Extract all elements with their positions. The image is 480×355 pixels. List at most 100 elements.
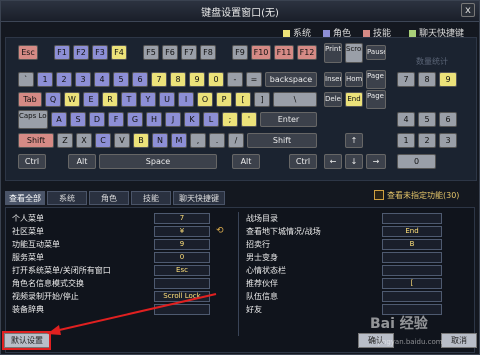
list-item[interactable]: 服务菜单 0 xyxy=(6,251,238,264)
list-item[interactable]: 招卖行 B xyxy=(240,238,472,251)
key-x[interactable]: X xyxy=(76,133,92,148)
key-r[interactable]: R xyxy=(102,92,118,107)
key-f1[interactable]: F1 xyxy=(54,45,70,60)
key-binding-field[interactable] xyxy=(382,265,442,276)
key-left-alt[interactable]: Alt xyxy=(68,154,96,169)
key-binding-field[interactable]: B xyxy=(382,239,442,250)
key-backslash[interactable]: \ xyxy=(273,92,317,107)
key-binding-field[interactable] xyxy=(382,213,442,224)
key-k[interactable]: K xyxy=(184,112,200,127)
key-binding-field[interactable]: 0 xyxy=(154,252,210,263)
key-f[interactable]: F xyxy=(108,112,124,127)
key-binding-field[interactable]: Esc xyxy=(154,265,210,276)
key-slash[interactable]: / xyxy=(228,133,244,148)
key-pause[interactable]: Pause xyxy=(366,45,386,60)
key-delete[interactable]: Delete xyxy=(324,92,342,107)
key-numpad-3[interactable]: 3 xyxy=(439,133,457,148)
key-right-shift[interactable]: Shift xyxy=(247,133,317,148)
list-item[interactable]: 心情状态栏 xyxy=(240,264,472,277)
key-p[interactable]: P xyxy=(216,92,232,107)
key-minus[interactable]: - xyxy=(227,72,243,87)
key-enter[interactable]: Enter xyxy=(260,112,317,127)
list-item[interactable]: 查看地下城情况/战场 End xyxy=(240,225,472,238)
key-s[interactable]: S xyxy=(70,112,86,127)
key-m[interactable]: M xyxy=(171,133,187,148)
list-item[interactable]: 个人菜单 7 xyxy=(6,212,238,225)
key-f10[interactable]: F10 xyxy=(251,45,271,60)
key-h[interactable]: H xyxy=(146,112,162,127)
key-page-down[interactable]: Page Down xyxy=(366,90,386,109)
key-numpad-9[interactable]: 9 xyxy=(439,72,457,87)
list-item[interactable]: 男士变身 xyxy=(240,251,472,264)
key-insert[interactable]: Insert xyxy=(324,72,342,87)
cancel-button[interactable]: 取消 xyxy=(441,333,477,348)
title-bar[interactable]: 键盘设置窗口(无) x xyxy=(1,1,479,22)
key-f5[interactable]: F5 xyxy=(143,45,159,60)
key-8[interactable]: 8 xyxy=(170,72,186,87)
key-binding-field[interactable] xyxy=(382,252,442,263)
key-numpad-5[interactable]: 5 xyxy=(418,112,436,127)
key-numpad-7[interactable]: 7 xyxy=(397,72,415,87)
key-right-bracket[interactable]: ] xyxy=(254,92,270,107)
key-numpad-0[interactable]: 0 xyxy=(397,154,436,169)
key-w[interactable]: W xyxy=(64,92,80,107)
list-item[interactable]: 推荐伙伴[ xyxy=(240,277,472,290)
key-f3[interactable]: F3 xyxy=(92,45,108,60)
list-item[interactable]: 好友 xyxy=(240,303,472,316)
list-item[interactable]: 队伍信息 xyxy=(240,290,472,303)
key-quote[interactable]: ' xyxy=(241,112,257,127)
key-n[interactable]: N xyxy=(152,133,168,148)
key-7[interactable]: 7 xyxy=(151,72,167,87)
key-9[interactable]: 9 xyxy=(189,72,205,87)
tab-skill[interactable]: 技能 xyxy=(131,191,171,205)
key-binding-field[interactable]: ¥ xyxy=(154,226,210,237)
key-right-alt[interactable]: Alt xyxy=(232,154,260,169)
list-item[interactable]: 功能互动菜单 9 xyxy=(6,238,238,251)
key-backspace[interactable]: backspace xyxy=(265,72,317,87)
key-4[interactable]: 4 xyxy=(94,72,110,87)
key-f7[interactable]: F7 xyxy=(181,45,197,60)
key-f2[interactable]: F2 xyxy=(73,45,89,60)
key-f12[interactable]: F12 xyxy=(297,45,317,60)
tab-system[interactable]: 系统 xyxy=(47,191,87,205)
key-0[interactable]: 0 xyxy=(208,72,224,87)
key-binding-field[interactable]: End xyxy=(382,226,442,237)
key-arrow-left[interactable]: ← xyxy=(324,154,342,169)
key-right-ctrl[interactable]: Ctrl xyxy=(289,154,317,169)
tab-all[interactable]: 查看全部 xyxy=(5,191,45,205)
list-item[interactable]: 角色名信息模式交换 xyxy=(6,277,238,290)
key-2[interactable]: 2 xyxy=(56,72,72,87)
tab-character[interactable]: 角色 xyxy=(89,191,129,205)
key-left-ctrl[interactable]: Ctrl xyxy=(18,154,46,169)
key-f11[interactable]: F11 xyxy=(274,45,294,60)
key-b[interactable]: B xyxy=(133,133,149,148)
key-5[interactable]: 5 xyxy=(113,72,129,87)
key-i[interactable]: I xyxy=(178,92,194,107)
key-v[interactable]: V xyxy=(114,133,130,148)
key-f4[interactable]: F4 xyxy=(111,45,127,60)
key-numpad-6[interactable]: 6 xyxy=(439,112,457,127)
key-arrow-right[interactable]: → xyxy=(366,154,386,169)
refresh-icon[interactable]: ⟲ xyxy=(216,225,224,238)
key-semicolon[interactable]: ; xyxy=(222,112,238,127)
key-1[interactable]: 1 xyxy=(37,72,53,87)
key-y[interactable]: Y xyxy=(140,92,156,107)
key-binding-field[interactable] xyxy=(382,291,442,302)
key-comma[interactable]: , xyxy=(190,133,206,148)
key-numpad-1[interactable]: 1 xyxy=(397,133,415,148)
key-f9[interactable]: F9 xyxy=(232,45,248,60)
key-esc[interactable]: Esc xyxy=(18,45,38,60)
key-d[interactable]: D xyxy=(89,112,105,127)
key-numpad-2[interactable]: 2 xyxy=(418,133,436,148)
key-e[interactable]: E xyxy=(83,92,99,107)
tab-chat-shortcuts[interactable]: 聊天快捷键 xyxy=(173,191,225,205)
list-item[interactable]: 战场目录 xyxy=(240,212,472,225)
key-tab[interactable]: Tab xyxy=(18,92,42,107)
key-t[interactable]: T xyxy=(121,92,137,107)
key-page-up[interactable]: Page Up xyxy=(366,70,386,89)
key-end[interactable]: End xyxy=(345,92,363,107)
key-binding-field[interactable]: 9 xyxy=(154,239,210,250)
key-arrow-up[interactable]: ↑ xyxy=(345,133,363,148)
key-z[interactable]: Z xyxy=(57,133,73,148)
key-u[interactable]: U xyxy=(159,92,175,107)
